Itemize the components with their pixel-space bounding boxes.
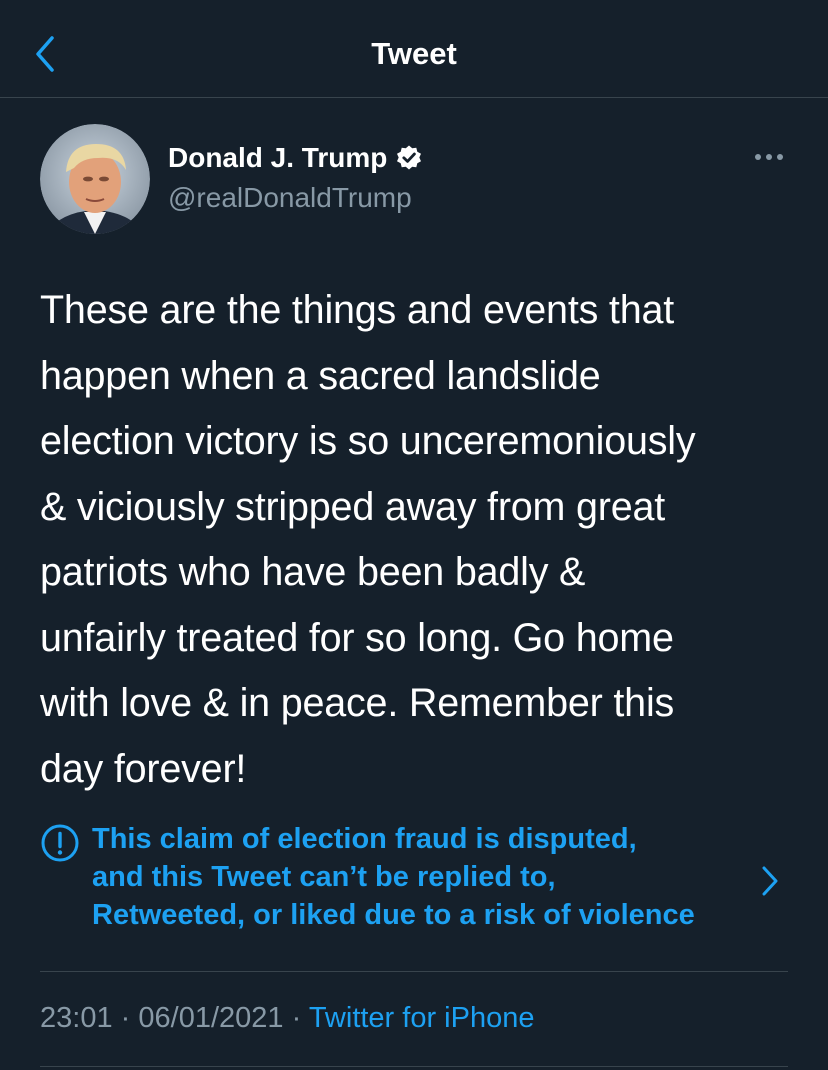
tweet-text: These are the things and events that hap… — [40, 288, 696, 791]
author-name-row[interactable]: Donald J. Trump — [168, 140, 423, 176]
chevron-right-icon — [762, 866, 778, 896]
page-title: Tweet — [371, 36, 457, 71]
tweet-detail-screen: Tweet Donald J. Trump @realDonaldTrump T… — [0, 0, 828, 1070]
display-name: Donald J. Trump — [168, 142, 388, 173]
disputed-claim-notice[interactable]: This claim of election fraud is disputed… — [40, 820, 790, 940]
more-horizontal-icon — [755, 154, 783, 160]
divider — [40, 971, 788, 972]
user-handle[interactable]: @realDonaldTrump — [168, 180, 412, 216]
meta-separator: · — [291, 1002, 302, 1034]
more-options-button[interactable] — [748, 142, 792, 172]
verified-badge-icon — [397, 145, 422, 170]
tweet-source-link[interactable]: Twitter for iPhone — [309, 1002, 535, 1034]
profile-photo — [40, 124, 150, 234]
tweet-date: 06/01/2021 — [138, 1002, 284, 1034]
divider — [40, 1066, 788, 1067]
avatar[interactable] — [40, 124, 150, 234]
meta-separator: · — [120, 1002, 131, 1034]
tweet-time: 23:01 — [40, 1002, 113, 1034]
tweet-metadata: 23:01 · 06/01/2021 · Twitter for iPhone — [40, 998, 534, 1038]
alert-circle-icon — [41, 824, 79, 862]
notice-text: This claim of election fraud is disputed… — [92, 823, 695, 931]
top-navigation-bar: Tweet — [0, 0, 828, 98]
